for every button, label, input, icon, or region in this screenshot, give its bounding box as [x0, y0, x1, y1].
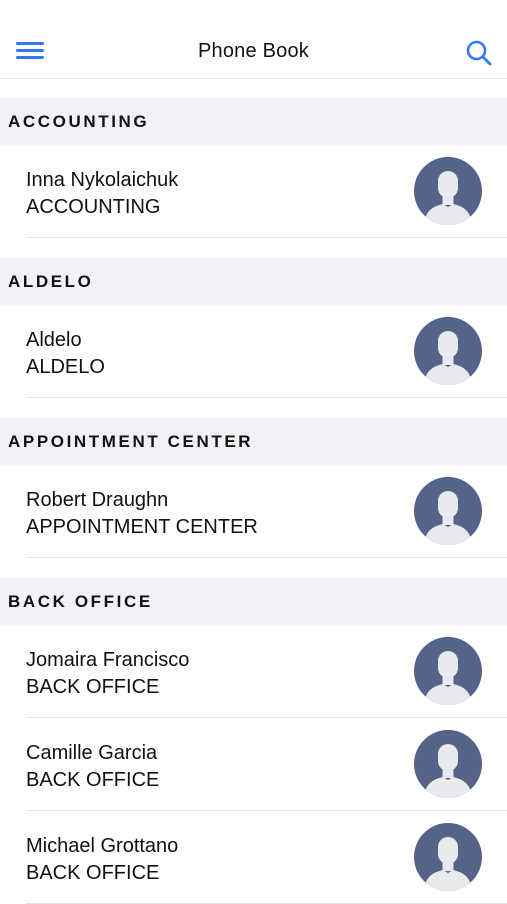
- contact-row[interactable]: Aldelo ALDELO: [0, 305, 507, 398]
- contact-name: Jomaira Francisco: [26, 649, 190, 671]
- avatar-placeholder-icon: [414, 477, 482, 545]
- contact-text: Michael Grottano BACK OFFICE: [26, 833, 178, 887]
- contact-department: BACK OFFICE: [26, 676, 160, 698]
- contact-row[interactable]: Camille Garcia BACK OFFICE: [0, 718, 507, 811]
- contact-row[interactable]: Robert Draughn APPOINTMENT CENTER: [0, 465, 507, 558]
- contact-row[interactable]: Michael Grottano BACK OFFICE: [0, 811, 507, 904]
- contact-name: Camille Garcia: [26, 742, 158, 764]
- contact-department: ACCOUNTING: [26, 196, 161, 218]
- contact-name: Michael Grottano: [26, 835, 179, 857]
- row-divider: [26, 237, 507, 238]
- avatar-placeholder-icon: [414, 730, 482, 798]
- section-header: APPOINTMENT CENTER: [0, 418, 507, 465]
- contact-text: Aldelo ALDELO: [26, 327, 105, 381]
- page-title: Phone Book: [198, 40, 309, 62]
- contact-name: Robert Draughn: [26, 489, 169, 511]
- contact-text: Inna Nykolaichuk ACCOUNTING: [26, 167, 178, 221]
- contact-department: BACK OFFICE: [26, 862, 160, 884]
- contact-department: BACK OFFICE: [26, 769, 160, 791]
- contact-name: Inna Nykolaichuk: [26, 169, 179, 191]
- navigation-bar: Phone Book: [0, 0, 507, 79]
- contact-row[interactable]: Jomaira Francisco BACK OFFICE: [0, 625, 507, 718]
- contact-text: Camille Garcia BACK OFFICE: [26, 740, 159, 794]
- contact-department: ALDELO: [26, 356, 105, 378]
- search-icon[interactable]: [464, 38, 494, 68]
- contact-row[interactable]: Inna Nykolaichuk ACCOUNTING: [0, 145, 507, 238]
- avatar-placeholder-icon: [414, 637, 482, 705]
- avatar-placeholder-icon: [414, 157, 482, 225]
- avatar-placeholder-icon: [414, 317, 482, 385]
- contact-name: Aldelo: [26, 329, 82, 351]
- row-divider: [26, 397, 507, 398]
- contact-text: Robert Draughn APPOINTMENT CENTER: [26, 487, 258, 541]
- contact-list: ACCOUNTING Inna Nykolaichuk ACCOUNTING ALDE…: [0, 98, 507, 904]
- section-header: ALDELO: [0, 258, 507, 305]
- row-divider: [26, 557, 507, 558]
- avatar-placeholder-icon: [414, 823, 482, 891]
- section-header: BACK OFFICE: [0, 578, 507, 625]
- contact-text: Jomaira Francisco BACK OFFICE: [26, 647, 189, 701]
- contact-department: APPOINTMENT CENTER: [26, 516, 258, 538]
- section-header: ACCOUNTING: [0, 98, 507, 145]
